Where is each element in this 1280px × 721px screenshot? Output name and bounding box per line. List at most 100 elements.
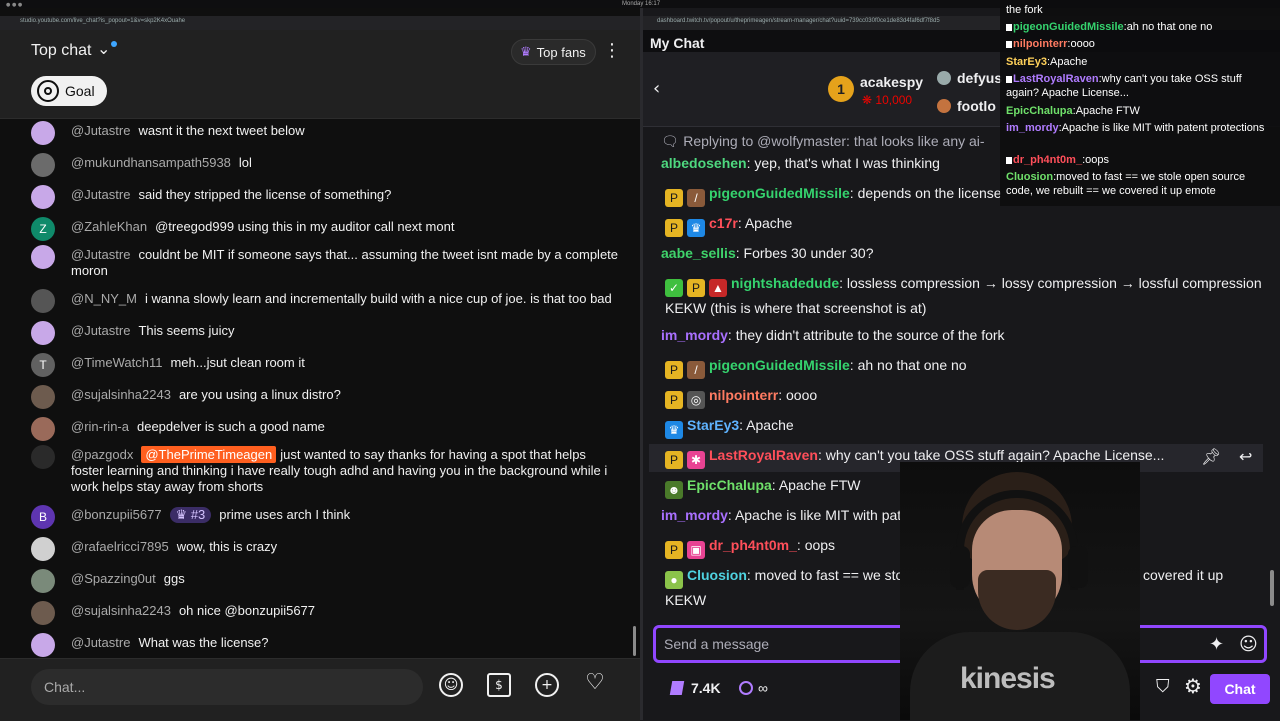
- chatter-name[interactable]: Cluosion: [687, 567, 747, 583]
- emote-picker-icon[interactable]: ☺: [1239, 634, 1258, 655]
- gift-badge-icon[interactable]: ▣: [687, 541, 705, 559]
- mask-badge-icon[interactable]: ▲: [709, 279, 727, 297]
- verified-badge-icon[interactable]: ✓: [665, 279, 683, 297]
- message-author[interactable]: @pazgodx: [71, 447, 133, 462]
- leaderboard-third[interactable]: footlo: [937, 98, 996, 114]
- youtube-chat-input[interactable]: Chat...: [31, 669, 423, 705]
- avatar[interactable]: B: [31, 505, 55, 529]
- avatar[interactable]: T: [31, 353, 55, 377]
- twitch-message[interactable]: im_mordy: they didn't attribute to the s…: [661, 324, 1261, 346]
- avatar[interactable]: [31, 289, 55, 313]
- avatar[interactable]: Z: [31, 217, 55, 241]
- super-chat-icon[interactable]: $: [487, 673, 511, 697]
- message-author[interactable]: @N_NY_M: [71, 291, 137, 306]
- youtube-message[interactable]: @rin-rin-a deepdelver is such a good name: [31, 417, 621, 441]
- avatar[interactable]: [31, 245, 55, 269]
- avatar[interactable]: [31, 537, 55, 561]
- twitch-message[interactable]: P ♛ c17r: Apache: [665, 212, 1265, 237]
- crown-badge-icon[interactable]: ♛: [687, 219, 705, 237]
- youtube-message[interactable]: @sujalsinha2243 oh nice @bonzupii5677: [31, 601, 621, 625]
- prime-badge-icon[interactable]: P: [665, 541, 683, 559]
- avatar[interactable]: [31, 153, 55, 177]
- avatar[interactable]: [31, 321, 55, 345]
- message-author[interactable]: @mukundhansampath5938: [71, 155, 231, 170]
- chatter-name[interactable]: dr_ph4nt0m_: [709, 537, 797, 553]
- message-author[interactable]: @bonzupii5677: [71, 507, 162, 522]
- leaderboard-first-name[interactable]: acakespy: [860, 74, 923, 90]
- prime-badge-icon[interactable]: P: [665, 451, 683, 469]
- message-author[interactable]: @rin-rin-a: [71, 419, 129, 434]
- twitch-scrollbar[interactable]: [1270, 570, 1274, 606]
- twitch-message[interactable]: ♛ StarEy3: Apache: [665, 414, 1265, 439]
- flower-badge-icon[interactable]: ✱: [687, 451, 705, 469]
- emoji-icon[interactable]: ☺: [439, 673, 463, 697]
- twitch-message[interactable]: P ◎ nilpointerr: oooo: [665, 384, 1265, 409]
- message-author[interactable]: @TimeWatch11: [71, 355, 162, 370]
- chatter-name[interactable]: im_mordy: [661, 507, 728, 523]
- avatar[interactable]: [31, 569, 55, 593]
- avatar[interactable]: [31, 121, 55, 145]
- chatter-name[interactable]: nilpointerr: [709, 387, 778, 403]
- avatar[interactable]: [31, 445, 55, 469]
- add-icon[interactable]: +: [535, 673, 559, 697]
- chatter-name[interactable]: c17r: [709, 215, 738, 231]
- prime-badge-icon[interactable]: P: [665, 189, 683, 207]
- chatter-name[interactable]: albedosehen: [661, 155, 747, 171]
- message-author[interactable]: @Jutastre: [71, 247, 130, 262]
- youtube-message[interactable]: @Jutastre This seems juicy: [31, 321, 621, 345]
- prime-badge-icon[interactable]: P: [665, 361, 683, 379]
- twitch-message[interactable]: aabe_sellis: Forbes 30 under 30?: [661, 242, 1261, 264]
- avatar[interactable]: [31, 185, 55, 209]
- youtube-scrollbar[interactable]: [633, 626, 636, 656]
- gear-icon[interactable]: ⚙: [1184, 674, 1202, 698]
- chatter-name[interactable]: im_mordy: [661, 327, 728, 343]
- prime-badge-icon[interactable]: P: [665, 391, 683, 409]
- glasses-badge-icon[interactable]: ◎: [687, 391, 705, 409]
- chatter-name[interactable]: pigeonGuidedMissile: [709, 357, 850, 373]
- chat-mode-title[interactable]: Top chat: [31, 42, 91, 60]
- chatter-name[interactable]: StarEy3: [687, 417, 739, 433]
- bits-icon[interactable]: ✦: [1209, 634, 1224, 655]
- prime-badge-icon[interactable]: P: [665, 219, 683, 237]
- top-fans-button[interactable]: ♛ Top fans: [511, 39, 596, 65]
- mention-chip[interactable]: @ThePrimeTimeagen: [141, 446, 277, 463]
- chatter-name[interactable]: nightshadedude: [731, 275, 839, 291]
- message-author[interactable]: @Jutastre: [71, 123, 130, 138]
- youtube-message[interactable]: @sujalsinha2243 are you using a linux dis…: [31, 385, 621, 409]
- channel-points[interactable]: 7.4K: [669, 680, 721, 696]
- sword-badge-icon[interactable]: /: [687, 189, 705, 207]
- chatter-name[interactable]: pigeonGuidedMissile: [709, 185, 850, 201]
- prime-badge-icon[interactable]: P: [687, 279, 705, 297]
- message-author[interactable]: @sujalsinha2243: [71, 603, 171, 618]
- shield-icon[interactable]: ⛉: [1156, 676, 1170, 697]
- avatar[interactable]: [31, 417, 55, 441]
- message-author[interactable]: @Jutastre: [71, 635, 130, 650]
- message-author[interactable]: @ZahleKhan: [71, 219, 147, 234]
- chatter-name[interactable]: LastRoyalRaven: [709, 447, 818, 463]
- twitch-message-input[interactable]: Send a message: [664, 636, 769, 652]
- message-author[interactable]: @sujalsinha2243: [71, 387, 171, 402]
- avatar[interactable]: [31, 601, 55, 625]
- youtube-message[interactable]: @Jutastre couldnt be MIT if someone says …: [31, 245, 621, 279]
- youtube-message[interactable]: @N_NY_M i wanna slowly learn and incremen…: [31, 289, 621, 313]
- more-options-icon[interactable]: ⋮: [603, 40, 621, 61]
- chatter-name[interactable]: EpicChalupa: [687, 477, 772, 493]
- leaderboard-second[interactable]: defyus: [937, 70, 1002, 86]
- chevron-left-icon[interactable]: ‹: [653, 78, 660, 99]
- youtube-message[interactable]: @mukundhansampath5938 lol: [31, 153, 621, 177]
- frog-badge-icon[interactable]: ☻: [665, 481, 683, 499]
- chat-send-button[interactable]: Chat: [1210, 674, 1270, 704]
- message-author[interactable]: @rafaelricci7895: [71, 539, 169, 554]
- infinite-counter[interactable]: ∞: [739, 680, 768, 696]
- youtube-message[interactable]: @Jutastre said they stripped the license …: [31, 185, 621, 209]
- youtube-message[interactable]: T @TimeWatch11 meh...jsut clean room it: [31, 353, 621, 377]
- youtube-message[interactable]: B @bonzupii5677 ♛ #3 prime uses arch I thin…: [31, 505, 621, 529]
- message-author[interactable]: @Jutastre: [71, 187, 130, 202]
- message-author[interactable]: @Jutastre: [71, 323, 130, 338]
- chevron-down-icon[interactable]: ⌄: [97, 39, 110, 59]
- goal-button[interactable]: Goal: [31, 76, 107, 106]
- avatar[interactable]: [31, 633, 55, 657]
- avatar[interactable]: [31, 385, 55, 409]
- youtube-url-bar[interactable]: studio.youtube.com/live_chat?is_popout=1…: [0, 16, 640, 30]
- youtube-message[interactable]: @Jutastre What was the license?: [31, 633, 621, 657]
